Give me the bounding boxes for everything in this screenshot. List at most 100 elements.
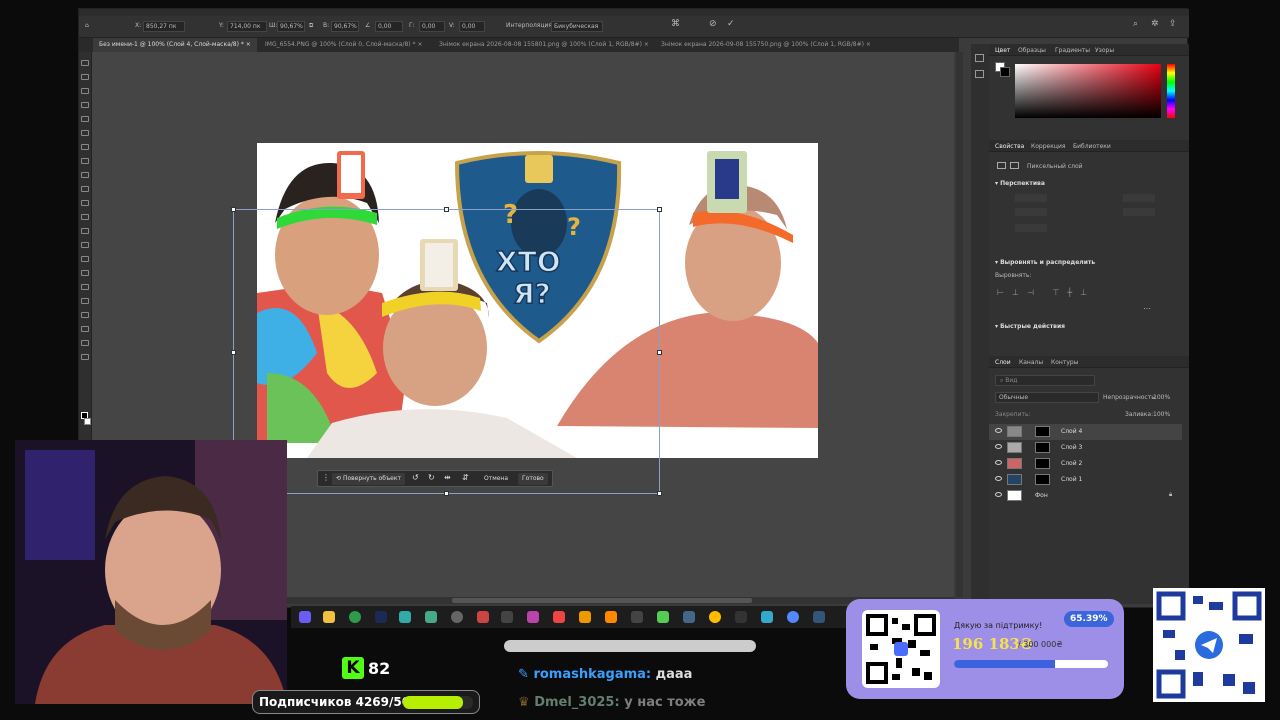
dodge-tool-icon[interactable] xyxy=(81,256,89,262)
eraser-tool-icon[interactable] xyxy=(81,214,89,220)
layer-row[interactable]: Фон 🔒︎ xyxy=(989,488,1182,504)
pen-tool-icon[interactable] xyxy=(81,270,89,276)
flip-horizontal-icon[interactable]: ⇹ xyxy=(444,473,451,482)
app-icon[interactable] xyxy=(735,611,747,623)
tab-screenshot-2[interactable]: Знімок екрана 2026-09-08 155750.png @ 10… xyxy=(655,38,877,52)
folder-icon[interactable] xyxy=(323,611,335,623)
cancel-button[interactable]: Отмена xyxy=(484,475,508,482)
lasso-tool-icon[interactable] xyxy=(81,88,89,94)
search-icon[interactable]: ⌕ xyxy=(1133,19,1138,29)
background-color-swatch[interactable] xyxy=(84,418,91,425)
chrome-icon[interactable] xyxy=(349,611,361,623)
transform-handle[interactable] xyxy=(657,491,662,496)
app-icon[interactable] xyxy=(477,611,489,623)
warp-icon[interactable]: ⌘ xyxy=(671,19,680,29)
tab-adjustments[interactable]: Коррекция xyxy=(1031,143,1065,150)
perspective-section[interactable]: ▾ Перспектива xyxy=(995,180,1045,187)
type-tool-icon[interactable] xyxy=(81,284,89,290)
tab-channels[interactable]: Каналы xyxy=(1019,359,1043,366)
hue-slider[interactable] xyxy=(1167,64,1175,118)
hand-tool-icon[interactable] xyxy=(81,326,89,332)
app-icon[interactable] xyxy=(553,611,565,623)
app-icon[interactable] xyxy=(709,611,721,623)
y-field[interactable] xyxy=(1123,208,1155,216)
lock-icon[interactable]: 🔒︎ xyxy=(1169,491,1172,499)
link-icon[interactable]: ⧉ xyxy=(309,22,313,30)
rotate-left-icon[interactable]: ↺ xyxy=(412,473,419,482)
move-tool-icon[interactable] xyxy=(81,60,89,66)
scrollbar-thumb[interactable] xyxy=(452,598,752,603)
x-field[interactable]: 850,27 пк xyxy=(143,21,185,32)
path-select-tool-icon[interactable] xyxy=(81,298,89,304)
align-buttons[interactable]: ⊢⊥⊣ ⊤┼⊥ xyxy=(997,288,1095,297)
discord-icon[interactable] xyxy=(787,611,799,623)
tab-screenshot-1[interactable]: Знімок екрана 2026-08-08 155801.png @ 10… xyxy=(433,38,655,52)
rotate-right-icon[interactable]: ↻ xyxy=(428,473,435,482)
vertical-scrollbar[interactable] xyxy=(956,52,963,597)
angle-field[interactable]: 0,00 xyxy=(375,21,403,32)
layer-row[interactable]: Слой 1 xyxy=(989,472,1182,488)
healing-tool-icon[interactable] xyxy=(81,158,89,164)
mask-thumbnail[interactable] xyxy=(1035,442,1050,453)
app-icon[interactable] xyxy=(425,611,437,623)
rotate-object-button[interactable]: ⟲ Повернуть объект xyxy=(332,473,405,485)
tab-patterns[interactable]: Узоры xyxy=(1095,47,1114,54)
more-options-icon[interactable]: ⋯ xyxy=(1143,304,1151,313)
menu-bar[interactable] xyxy=(79,9,1189,16)
app-icon[interactable] xyxy=(683,611,695,623)
transform-handle[interactable] xyxy=(231,207,236,212)
home-icon[interactable]: ⌂ xyxy=(85,22,89,29)
tab-swatches[interactable]: Образцы xyxy=(1018,47,1046,54)
more-tools-icon[interactable] xyxy=(81,354,89,360)
photoshop-icon[interactable] xyxy=(375,611,387,623)
angle-field[interactable] xyxy=(1015,224,1047,232)
tab-untitled[interactable]: Без имени-1 @ 100% (Слой 4, Слой-маска/8… xyxy=(93,38,257,52)
lightbulb-icon[interactable]: ✲ xyxy=(1151,19,1159,29)
crop-tool-icon[interactable] xyxy=(81,116,89,122)
app-icon[interactable] xyxy=(579,611,591,623)
layer-row[interactable]: Слой 2 xyxy=(989,456,1182,472)
mask-thumbnail[interactable] xyxy=(1035,426,1050,437)
commit-transform-icon[interactable]: ✓ xyxy=(727,19,735,29)
tab-properties[interactable]: Свойства xyxy=(995,143,1024,150)
zoom-tool-icon[interactable] xyxy=(81,340,89,346)
apps-icon[interactable] xyxy=(299,611,311,623)
transform-handle[interactable] xyxy=(444,491,449,496)
obs-icon[interactable] xyxy=(451,611,463,623)
x-field[interactable] xyxy=(1123,194,1155,202)
eyedropper-tool-icon[interactable] xyxy=(81,144,89,150)
visibility-eye-icon[interactable] xyxy=(995,460,1002,465)
fill-value[interactable]: 100% xyxy=(1153,411,1170,418)
brush-tool-icon[interactable] xyxy=(81,172,89,178)
visibility-eye-icon[interactable] xyxy=(995,428,1002,433)
tab-color[interactable]: Цвет xyxy=(995,47,1010,54)
mask-thumbnail[interactable] xyxy=(1035,458,1050,469)
visibility-eye-icon[interactable] xyxy=(995,444,1002,449)
flip-vertical-icon[interactable]: ⇵ xyxy=(462,473,469,482)
frame-tool-icon[interactable] xyxy=(81,130,89,136)
hskew-field[interactable]: 0,00 xyxy=(419,21,445,32)
select-tool-icon[interactable] xyxy=(81,102,89,108)
tab-paths[interactable]: Контуры xyxy=(1051,359,1078,366)
app-icon[interactable] xyxy=(527,611,539,623)
opacity-value[interactable]: 100% xyxy=(1153,394,1170,401)
width-field[interactable]: 90,67% xyxy=(277,21,305,32)
tab-gradients[interactable]: Градиенты xyxy=(1055,47,1090,54)
transform-handle[interactable] xyxy=(231,350,236,355)
transform-handle[interactable] xyxy=(657,350,662,355)
layer-filter-search[interactable]: ⌕ Вид xyxy=(995,375,1095,386)
vskew-field[interactable]: 0,00 xyxy=(459,21,485,32)
tab-layers[interactable]: Слои xyxy=(995,359,1011,366)
blend-mode-select[interactable]: Обычные xyxy=(995,392,1099,403)
history-icon[interactable] xyxy=(975,54,984,62)
color-picker-field[interactable] xyxy=(1015,64,1161,118)
interpolation-select[interactable]: Бикубическая xyxy=(551,21,603,32)
mask-thumbnail[interactable] xyxy=(1035,474,1050,485)
app-icon[interactable] xyxy=(631,611,643,623)
visibility-eye-icon[interactable] xyxy=(995,492,1002,497)
transform-bounding-box[interactable] xyxy=(231,207,662,496)
blur-tool-icon[interactable] xyxy=(81,242,89,248)
stamp-tool-icon[interactable] xyxy=(81,186,89,192)
marquee-tool-icon[interactable] xyxy=(81,74,89,80)
gradient-tool-icon[interactable] xyxy=(81,228,89,234)
